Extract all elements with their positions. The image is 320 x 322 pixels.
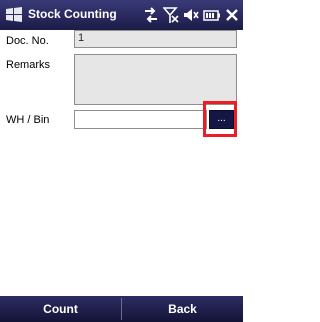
close-icon[interactable] <box>225 6 239 24</box>
status-icons <box>143 6 239 24</box>
softkey-bar: Count Back <box>0 296 243 322</box>
back-button[interactable]: Back <box>122 296 243 322</box>
doc-no-label: Doc. No. <box>6 35 49 47</box>
stock-counting-form: Doc. No. 1 Remarks WH / Bin ... <box>0 30 243 296</box>
wh-bin-input[interactable] <box>74 110 207 129</box>
no-signal-icon[interactable] <box>163 6 179 24</box>
wh-bin-label: WH / Bin <box>6 114 50 126</box>
battery-icon[interactable] <box>203 6 221 24</box>
title-bar: Stock Counting <box>0 0 243 30</box>
count-button[interactable]: Count <box>0 296 121 322</box>
volume-muted-icon[interactable] <box>183 6 199 24</box>
wh-bin-browse-button[interactable]: ... <box>209 110 234 129</box>
app-title: Stock Counting <box>28 7 117 21</box>
connectivity-icon[interactable] <box>143 6 159 24</box>
remarks-field[interactable] <box>74 54 237 105</box>
doc-no-field: 1 <box>74 30 237 48</box>
remarks-label: Remarks <box>6 59 51 71</box>
windows-logo-icon[interactable] <box>4 5 24 25</box>
